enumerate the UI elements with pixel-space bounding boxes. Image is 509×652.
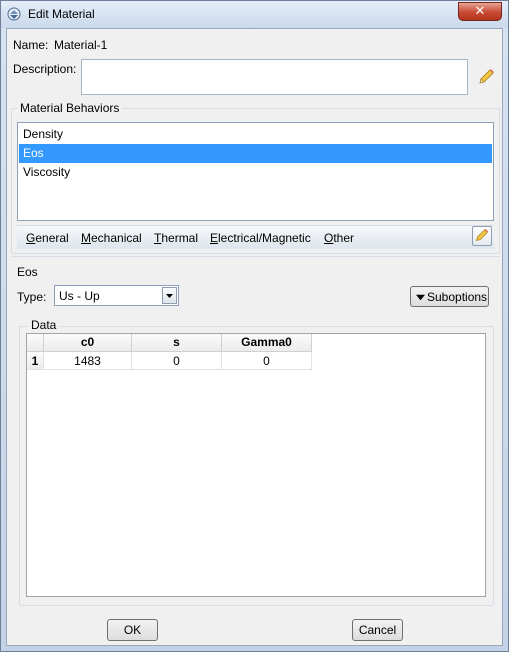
type-select-value: Us - Up	[59, 289, 100, 303]
dialog-body: Name: Material-1 Description: Material B…	[6, 28, 503, 646]
behavior-item-density[interactable]: Density	[19, 125, 492, 144]
chevron-down-icon	[166, 294, 173, 298]
close-icon: ✕	[474, 4, 486, 19]
table-corner	[27, 334, 44, 352]
table-cell-c0[interactable]: 1483	[44, 352, 132, 370]
table-cell-s[interactable]: 0	[132, 352, 222, 370]
pencil-icon[interactable]	[476, 67, 496, 87]
table-cell-gamma0[interactable]: 0	[222, 352, 312, 370]
column-header-c0[interactable]: c0	[44, 334, 132, 352]
name-label: Name:	[13, 38, 49, 52]
cancel-button[interactable]: Cancel	[352, 619, 403, 641]
edit-behavior-button[interactable]	[472, 226, 492, 246]
window-title: Edit Material	[28, 7, 95, 21]
material-behaviors-title: Material Behaviors	[17, 101, 123, 115]
data-table[interactable]: c0 s Gamma0 1 1483 0 0	[26, 333, 486, 597]
title-bar[interactable]: Edit Material ✕	[1, 1, 508, 28]
description-field[interactable]	[81, 59, 468, 95]
suboptions-label: Suboptions	[427, 290, 488, 304]
row-header: 1	[27, 352, 44, 370]
menu-thermal[interactable]: Thermal	[154, 231, 198, 245]
edit-material-icon	[7, 7, 21, 21]
edit-material-window: Edit Material ✕ Name: Material-1 Descrip…	[0, 0, 509, 652]
eos-section-title: Eos	[17, 265, 38, 279]
suboptions-button[interactable]: Suboptions	[410, 286, 489, 307]
behavior-item-viscosity[interactable]: Viscosity	[19, 163, 492, 182]
column-header-s[interactable]: s	[132, 334, 222, 352]
menu-mechanical[interactable]: Mechanical	[81, 231, 142, 245]
behavior-menu-bar: General Mechanical Thermal Electrical/Ma…	[17, 225, 494, 249]
data-title: Data	[28, 318, 60, 332]
close-button[interactable]: ✕	[458, 2, 502, 21]
material-behaviors-list[interactable]: Density Eos Viscosity	[17, 122, 494, 221]
triangle-down-icon	[416, 294, 425, 301]
column-header-gamma0[interactable]: Gamma0	[222, 334, 312, 352]
type-label: Type:	[17, 290, 47, 304]
description-label: Description:	[13, 62, 77, 76]
menu-other[interactable]: Other	[324, 231, 354, 245]
type-dropdown-button[interactable]	[162, 287, 177, 304]
type-select[interactable]: Us - Up	[54, 285, 179, 306]
separator	[11, 256, 500, 257]
pencil-icon	[476, 228, 489, 241]
menu-electrical-magnetic[interactable]: Electrical/Magnetic	[210, 231, 311, 245]
ok-button[interactable]: OK	[107, 619, 158, 641]
menu-general[interactable]: General	[26, 231, 69, 245]
name-value: Material-1	[54, 38, 108, 52]
behavior-item-eos[interactable]: Eos	[19, 144, 492, 163]
